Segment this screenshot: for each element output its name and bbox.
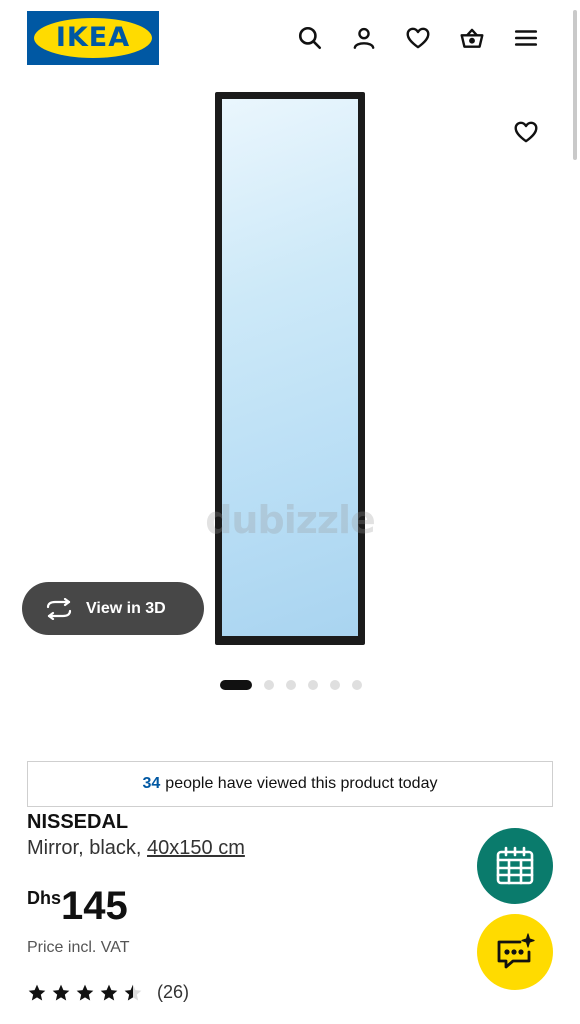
carousel-dot-active[interactable] xyxy=(220,680,252,690)
user-icon[interactable] xyxy=(348,22,380,54)
product-type: Mirror, black, xyxy=(27,837,148,859)
view-in-3d-label: View in 3D xyxy=(86,599,166,617)
product-name: NISSEDAL xyxy=(27,811,129,833)
vat-note: Price incl. VAT xyxy=(27,939,130,956)
carousel-dot[interactable] xyxy=(330,680,340,690)
header: IKEA xyxy=(0,0,580,80)
star-full-icon xyxy=(52,984,70,1000)
product-description: Mirror, black, 40x150 cm xyxy=(27,837,245,860)
price-amount: 145 xyxy=(61,884,128,928)
rotate-3d-icon xyxy=(46,597,72,620)
rating-stars[interactable]: (26) xyxy=(27,982,189,1003)
price-currency: Dhs xyxy=(27,888,62,908)
view-in-3d-button[interactable]: View in 3D xyxy=(22,582,204,635)
ai-chat-button[interactable] xyxy=(477,914,553,990)
carousel-dot[interactable] xyxy=(352,680,362,690)
product-image-mirror xyxy=(215,92,365,645)
carousel-dot[interactable] xyxy=(264,680,274,690)
viewed-text: people have viewed this product today xyxy=(165,775,438,792)
rating-count: (26) xyxy=(157,982,190,1002)
ikea-logo[interactable]: IKEA xyxy=(27,11,159,65)
menu-icon[interactable] xyxy=(510,22,542,54)
star-full-icon xyxy=(100,984,118,1000)
viewed-count: 34 xyxy=(142,775,161,792)
add-to-favourites-heart-icon[interactable] xyxy=(510,116,542,148)
carousel-dot[interactable] xyxy=(286,680,296,690)
watermark: dubizzle xyxy=(205,498,376,542)
mirror-glass xyxy=(222,99,358,636)
chat-sparkle-icon xyxy=(497,933,535,969)
heart-icon[interactable] xyxy=(402,22,434,54)
calendar-icon xyxy=(496,846,534,885)
basket-icon[interactable] xyxy=(456,22,488,54)
star-half-icon xyxy=(124,984,142,1000)
carousel-dot[interactable] xyxy=(308,680,318,690)
logo-text: IKEA xyxy=(55,22,131,53)
star-full-icon xyxy=(28,984,46,1000)
carousel-dots xyxy=(220,680,362,690)
book-appointment-button[interactable] xyxy=(477,828,553,904)
product-price: Dhs 145 xyxy=(27,884,128,928)
viewed-today-banner: 34 people have viewed this product today xyxy=(27,761,553,807)
star-full-icon xyxy=(76,984,94,1000)
product-size-link[interactable]: 40x150 cm xyxy=(147,837,245,859)
search-icon[interactable] xyxy=(294,22,326,54)
product-gallery[interactable]: dubizzle View in 3D xyxy=(0,80,580,700)
